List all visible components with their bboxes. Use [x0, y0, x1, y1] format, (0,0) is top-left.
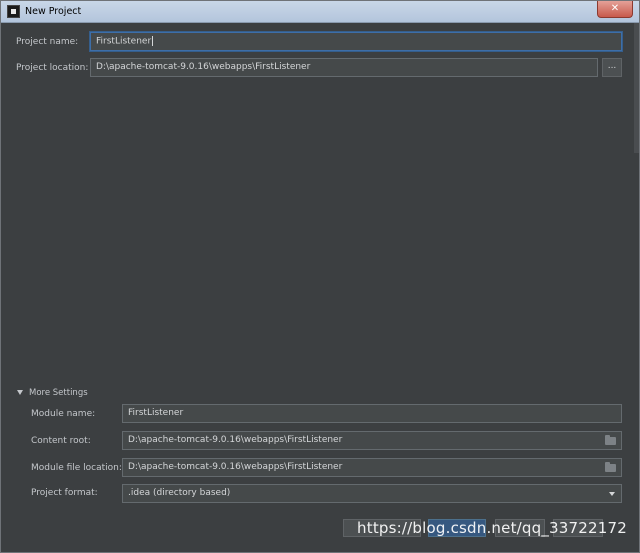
text-caret — [152, 36, 154, 46]
new-project-dialog: New Project ✕ Project name: FirstListene… — [0, 0, 640, 553]
project-format-label: Project format: — [31, 488, 98, 498]
title-bar[interactable]: New Project ✕ — [1, 1, 639, 23]
module-file-location-value: D:\apache-tomcat-9.0.16\webapps\FirstLis… — [128, 462, 343, 472]
content-root-value: D:\apache-tomcat-9.0.16\webapps\FirstLis… — [128, 435, 343, 445]
app-icon — [7, 5, 20, 18]
project-location-value: D:\apache-tomcat-9.0.16\webapps\FirstLis… — [96, 62, 311, 72]
folder-icon[interactable] — [605, 462, 616, 472]
module-file-location-input[interactable]: D:\apache-tomcat-9.0.16\webapps\FirstLis… — [122, 458, 622, 477]
content-root-input[interactable]: D:\apache-tomcat-9.0.16\webapps\FirstLis… — [122, 431, 622, 450]
module-name-input[interactable]: FirstListener — [122, 404, 622, 423]
project-format-select[interactable]: .idea (directory based) — [122, 484, 622, 503]
watermark-text: https://blog.csdn.net/qq_33722172 — [357, 519, 627, 537]
folder-icon[interactable] — [605, 435, 616, 445]
module-name-value: FirstListener — [128, 408, 184, 418]
browse-button[interactable]: ... — [602, 58, 622, 77]
more-settings-toggle[interactable]: More Settings — [17, 388, 88, 398]
chevron-down-icon — [609, 492, 615, 496]
project-name-input[interactable]: FirstListener — [90, 32, 622, 51]
project-name-label: Project name: — [16, 37, 79, 47]
close-button[interactable]: ✕ — [597, 1, 633, 18]
project-location-input[interactable]: D:\apache-tomcat-9.0.16\webapps\FirstLis… — [90, 58, 598, 77]
close-icon: ✕ — [610, 3, 620, 14]
collapse-triangle-icon — [17, 390, 23, 395]
content-root-label: Content root: — [31, 436, 91, 446]
window-title: New Project — [25, 6, 82, 17]
scrollbar[interactable] — [634, 23, 639, 153]
project-location-label: Project location: — [16, 63, 89, 73]
module-file-location-label: Module file location: — [31, 463, 122, 473]
project-name-value: FirstListener — [96, 36, 152, 47]
project-format-value: .idea (directory based) — [128, 488, 231, 498]
more-settings-label: More Settings — [29, 388, 88, 398]
module-name-label: Module name: — [31, 409, 96, 419]
